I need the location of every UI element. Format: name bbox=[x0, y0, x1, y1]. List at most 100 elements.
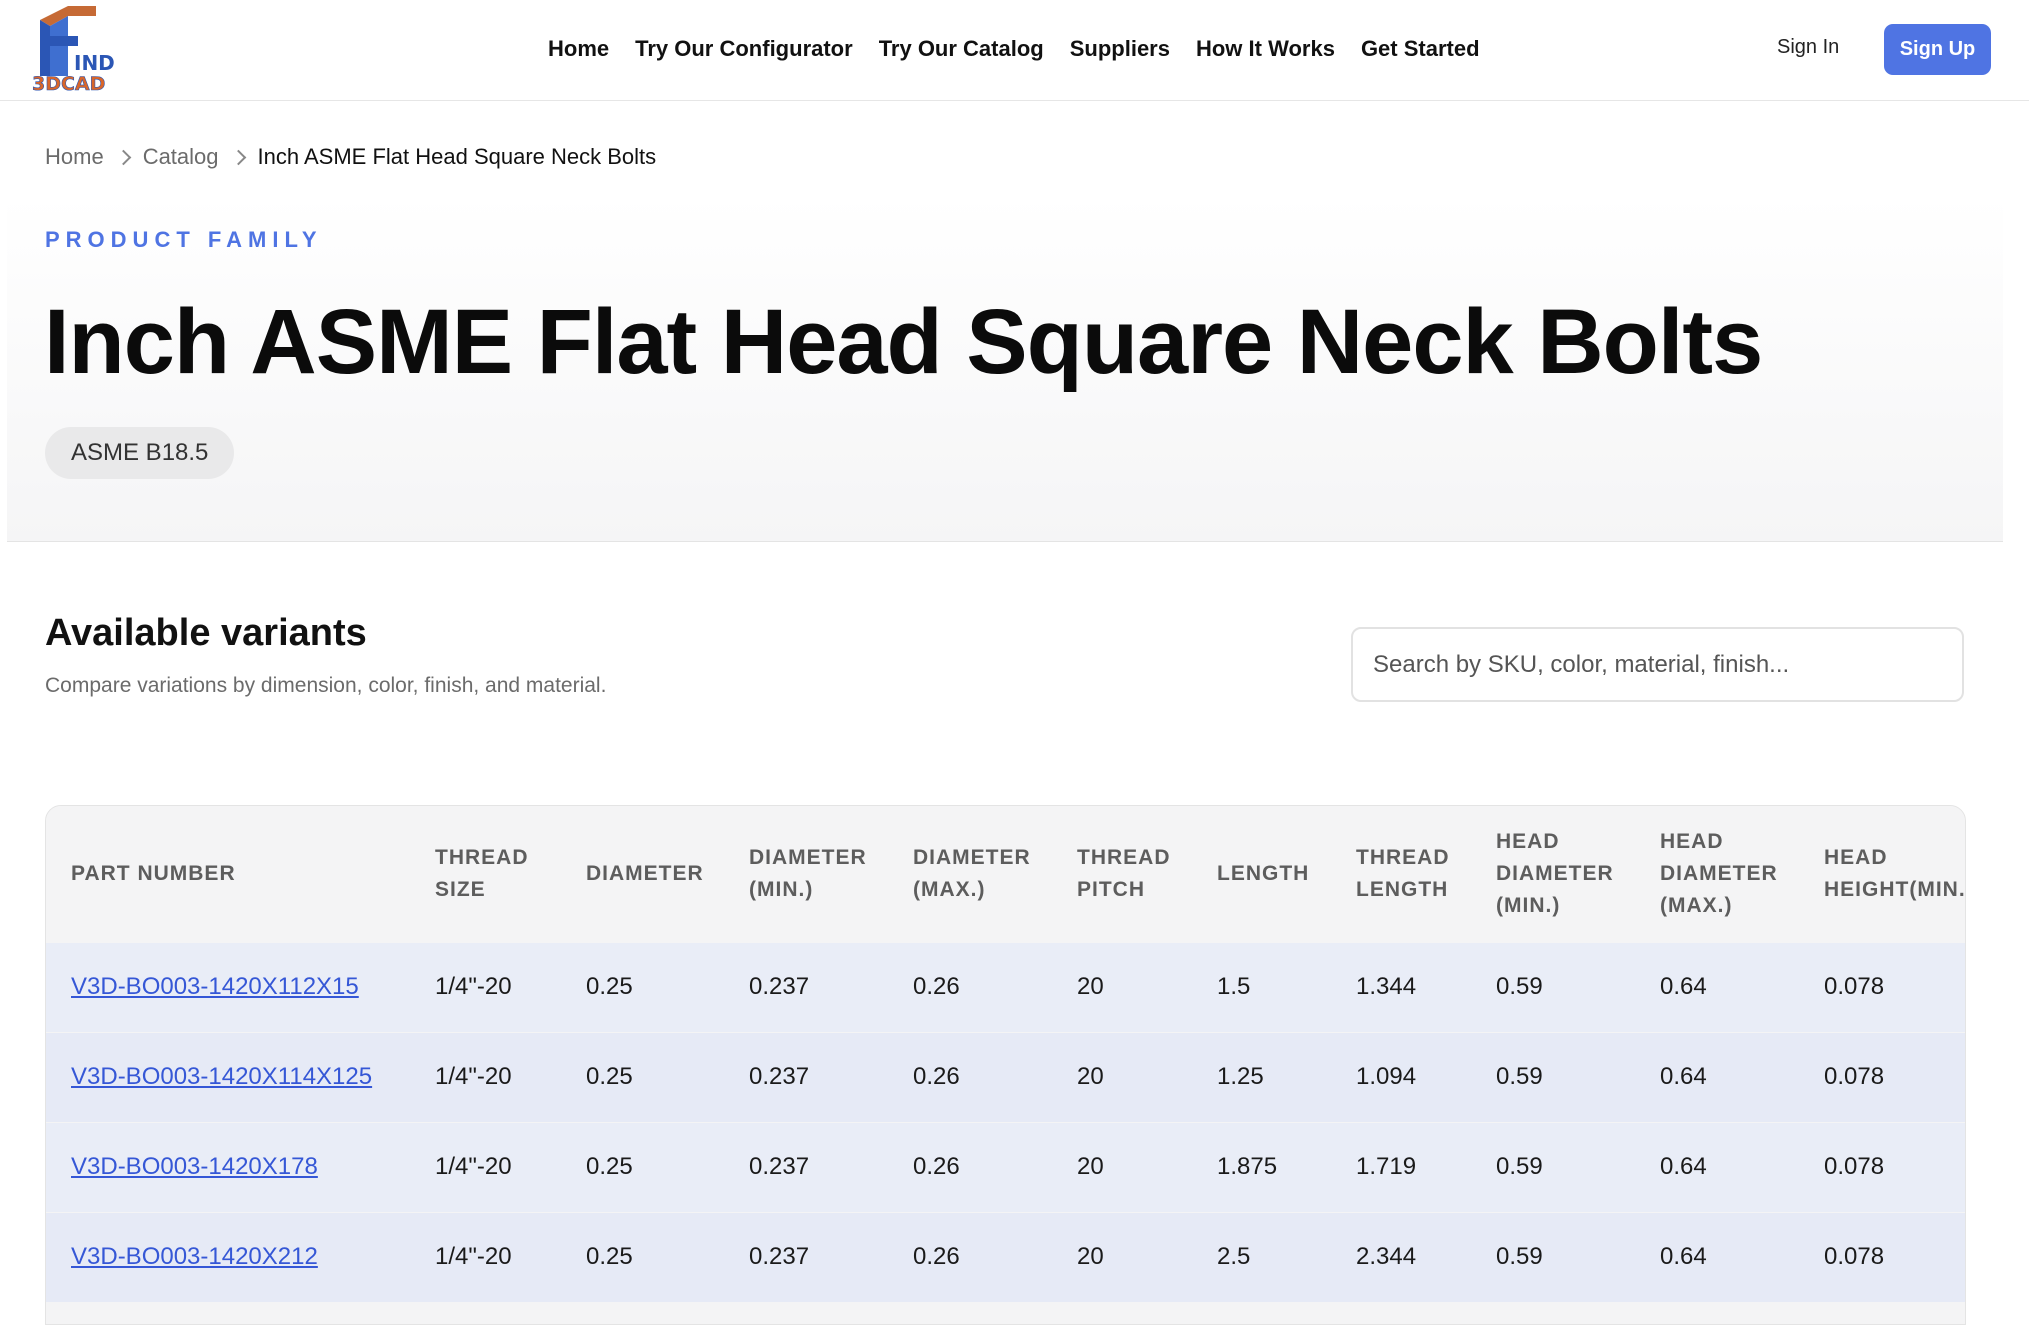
breadcrumb-home[interactable]: Home bbox=[45, 144, 104, 170]
table-cell: V3D-BO003-1420X212 bbox=[46, 1211, 410, 1302]
nav-suppliers[interactable]: Suppliers bbox=[1070, 36, 1170, 62]
table-row[interactable]: V3D-BO003-1420X178 1/4"-20 0.25 0.237 0.… bbox=[46, 1121, 1965, 1212]
sign-in-link[interactable]: Sign In bbox=[1777, 36, 1839, 59]
table-cell: V3D-BO003-1420X112X15 bbox=[46, 941, 410, 1032]
table-cell: 1.5 bbox=[1192, 941, 1331, 1032]
standard-badge: ASME B18.5 bbox=[45, 427, 235, 479]
table-cell: V3D-BO003-1420X114X125 bbox=[46, 1031, 410, 1122]
nav-get-started[interactable]: Get Started bbox=[1361, 36, 1480, 62]
table-cell: 0.237 bbox=[724, 1031, 888, 1122]
variants-table: PART NUMBER THREAD SIZE DIAMETER DIAMETE… bbox=[46, 806, 1966, 1302]
table-cell: 0.078 bbox=[1799, 941, 1965, 1032]
table-cell: 2.5 bbox=[1192, 1211, 1331, 1302]
column-header[interactable]: PART NUMBER bbox=[46, 806, 410, 942]
table-row[interactable]: V3D-BO003-1420X114X125 1/4"-20 0.25 0.23… bbox=[46, 1031, 1965, 1122]
column-header[interactable]: DIAMETER (MAX.) bbox=[888, 806, 1052, 942]
column-header[interactable]: THREAD LENGTH bbox=[1331, 806, 1471, 942]
table-cell: 20 bbox=[1052, 1121, 1192, 1212]
table-row[interactable]: V3D-BO003-1420X112X15 1/4"-20 0.25 0.237… bbox=[46, 941, 1965, 1032]
variants-subtitle: Compare variations by dimension, color, … bbox=[45, 674, 607, 697]
table-cell: 0.59 bbox=[1471, 941, 1635, 1032]
variants-table-container[interactable]: PART NUMBER THREAD SIZE DIAMETER DIAMETE… bbox=[45, 805, 1966, 1325]
column-header-label: LENGTH bbox=[1217, 861, 1310, 885]
site-header: IND 3DCAD Home Try Our Configurator Try … bbox=[0, 0, 2029, 101]
table-cell: 1.719 bbox=[1331, 1121, 1471, 1212]
column-header-label: PART NUMBER bbox=[71, 861, 236, 885]
column-header-label: DIAMETER (MIN.) bbox=[749, 845, 867, 901]
table-cell: 0.59 bbox=[1471, 1031, 1635, 1122]
table-cell: V3D-BO003-1420X178 bbox=[46, 1121, 410, 1212]
nav-how-it-works[interactable]: How It Works bbox=[1196, 36, 1335, 62]
main-nav: Home Try Our Configurator Try Our Catalo… bbox=[548, 36, 1480, 62]
nav-home[interactable]: Home bbox=[548, 36, 609, 62]
svg-text:IND: IND bbox=[74, 51, 115, 75]
page-title: Inch ASME Flat Head Square Neck Bolts bbox=[44, 291, 1763, 393]
column-header[interactable]: THREAD PITCH bbox=[1052, 806, 1192, 942]
table-cell: 0.59 bbox=[1471, 1121, 1635, 1212]
table-cell: 1.875 bbox=[1192, 1121, 1331, 1212]
table-cell: 0.25 bbox=[561, 1031, 724, 1122]
column-header[interactable]: HEAD DIAMETER (MIN.) bbox=[1471, 806, 1635, 942]
part-number-link[interactable]: V3D-BO003-1420X112X15 bbox=[71, 973, 359, 1000]
table-cell: 20 bbox=[1052, 1031, 1192, 1122]
product-hero: PRODUCT FAMILY Inch ASME Flat Head Squar… bbox=[7, 195, 2003, 542]
column-header-label: THREAD LENGTH bbox=[1356, 845, 1450, 901]
table-row[interactable]: V3D-BO003-1420X212 1/4"-20 0.25 0.237 0.… bbox=[46, 1211, 1965, 1302]
sign-up-button[interactable]: Sign Up bbox=[1884, 24, 1991, 75]
column-header-label: THREAD SIZE bbox=[435, 845, 529, 901]
chevron-right-icon bbox=[230, 149, 246, 165]
table-cell: 0.078 bbox=[1799, 1211, 1965, 1302]
table-cell: 0.25 bbox=[561, 1211, 724, 1302]
table-cell: 0.64 bbox=[1635, 1031, 1799, 1122]
table-cell: 1/4"-20 bbox=[410, 1031, 561, 1122]
table-cell: 0.078 bbox=[1799, 1121, 1965, 1212]
table-cell: 1.344 bbox=[1331, 941, 1471, 1032]
breadcrumb: Home Catalog Inch ASME Flat Head Square … bbox=[45, 144, 656, 170]
table-cell: 0.64 bbox=[1635, 1121, 1799, 1212]
column-header[interactable]: LENGTH bbox=[1192, 806, 1331, 942]
table-cell: 0.237 bbox=[724, 1121, 888, 1212]
column-header-label: THREAD PITCH bbox=[1077, 845, 1171, 901]
chevron-right-icon bbox=[115, 149, 131, 165]
breadcrumb-current: Inch ASME Flat Head Square Neck Bolts bbox=[257, 144, 657, 169]
column-header-label: HEAD DIAMETER (MIN.) bbox=[1496, 829, 1614, 917]
table-cell: 20 bbox=[1052, 1211, 1192, 1302]
table-cell: 0.26 bbox=[888, 1031, 1052, 1122]
product-family-label: PRODUCT FAMILY bbox=[45, 227, 323, 252]
table-cell: 0.237 bbox=[724, 1211, 888, 1302]
table-cell: 1.25 bbox=[1192, 1031, 1331, 1122]
variant-search-input[interactable] bbox=[1351, 627, 1964, 702]
column-header-label: HEAD HEIGHT(MIN. bbox=[1824, 845, 1966, 901]
table-cell: 20 bbox=[1052, 941, 1192, 1032]
column-header[interactable]: DIAMETER bbox=[561, 806, 724, 942]
column-header-label: HEAD DIAMETER (MAX.) bbox=[1660, 829, 1778, 917]
table-cell: 0.64 bbox=[1635, 1211, 1799, 1302]
table-cell: 0.26 bbox=[888, 1121, 1052, 1212]
column-header-label: DIAMETER (MAX.) bbox=[913, 845, 1031, 901]
table-cell: 2.344 bbox=[1331, 1211, 1471, 1302]
column-header[interactable]: HEAD HEIGHT(MIN. bbox=[1799, 806, 1966, 942]
variants-heading: Available variants bbox=[45, 612, 367, 654]
column-header[interactable]: HEAD DIAMETER (MAX.) bbox=[1635, 806, 1799, 942]
table-cell: 0.078 bbox=[1799, 1031, 1965, 1122]
table-header-row: PART NUMBER THREAD SIZE DIAMETER DIAMETE… bbox=[46, 806, 1966, 942]
table-cell: 0.59 bbox=[1471, 1211, 1635, 1302]
part-number-link[interactable]: V3D-BO003-1420X178 bbox=[71, 1153, 318, 1180]
table-cell: 1/4"-20 bbox=[410, 941, 561, 1032]
find3dcad-logo-icon: IND 3DCAD bbox=[32, 6, 115, 95]
nav-configurator[interactable]: Try Our Configurator bbox=[635, 36, 853, 62]
site-logo[interactable]: IND 3DCAD bbox=[30, 2, 140, 95]
table-cell: 1/4"-20 bbox=[410, 1211, 561, 1302]
column-header[interactable]: DIAMETER (MIN.) bbox=[724, 806, 888, 942]
column-header-label: DIAMETER bbox=[586, 861, 704, 885]
column-header[interactable]: THREAD SIZE bbox=[410, 806, 561, 942]
table-cell: 0.25 bbox=[561, 941, 724, 1032]
breadcrumb-catalog[interactable]: Catalog bbox=[143, 144, 219, 170]
table-cell: 0.26 bbox=[888, 1211, 1052, 1302]
part-number-link[interactable]: V3D-BO003-1420X212 bbox=[71, 1243, 318, 1270]
nav-catalog[interactable]: Try Our Catalog bbox=[879, 36, 1044, 62]
part-number-link[interactable]: V3D-BO003-1420X114X125 bbox=[71, 1063, 372, 1090]
table-cell: 0.237 bbox=[724, 941, 888, 1032]
table-cell: 1/4"-20 bbox=[410, 1121, 561, 1212]
table-cell: 0.64 bbox=[1635, 941, 1799, 1032]
